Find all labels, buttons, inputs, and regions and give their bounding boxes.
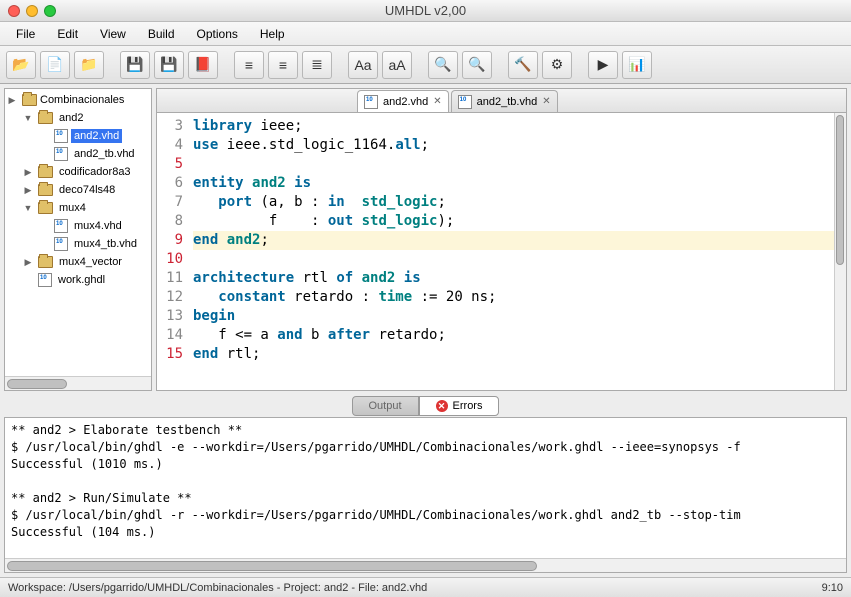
- menu-edit[interactable]: Edit: [47, 24, 88, 44]
- run-icon[interactable]: ⚙: [542, 51, 572, 79]
- menu-help[interactable]: Help: [250, 24, 295, 44]
- indent-left-icon[interactable]: ≡: [234, 51, 264, 79]
- file-icon: [38, 273, 52, 287]
- tree-file[interactable]: mux4.vhd: [5, 217, 151, 235]
- titlebar: UMHDL v2,00: [0, 0, 851, 22]
- twisty-icon[interactable]: ▶: [21, 257, 35, 268]
- tree-folder[interactable]: ▶deco74ls48: [5, 181, 151, 199]
- open-icon[interactable]: 📁: [74, 51, 104, 79]
- twisty-icon[interactable]: ▼: [21, 203, 35, 213]
- tree-folder[interactable]: ▼and2: [5, 109, 151, 127]
- tree-folder[interactable]: ▶mux4_vector: [5, 253, 151, 271]
- folder-icon: [38, 184, 53, 196]
- menubar: FileEditViewBuildOptionsHelp: [0, 22, 851, 46]
- open-folder-icon[interactable]: 📂: [6, 51, 36, 79]
- status-left: Workspace: /Users/pgarrido/UMHDL/Combina…: [8, 582, 427, 594]
- tree-folder[interactable]: ▶codificador8a3: [5, 163, 151, 181]
- console-hscroll[interactable]: [5, 558, 846, 572]
- file-icon: [364, 95, 378, 109]
- file-icon: [54, 147, 68, 161]
- close-icon[interactable]: ✕: [542, 96, 550, 107]
- window-title: UMHDL v2,00: [0, 3, 851, 18]
- file-icon: [54, 129, 68, 143]
- tree-file[interactable]: and2_tb.vhd: [5, 145, 151, 163]
- tree-root[interactable]: ▶Combinacionales: [5, 91, 151, 109]
- close-icon[interactable]: ✕: [433, 96, 441, 107]
- menu-build[interactable]: Build: [138, 24, 185, 44]
- simulate-icon[interactable]: ▶: [588, 51, 618, 79]
- statusbar: Workspace: /Users/pgarrido/UMHDL/Combina…: [0, 577, 851, 597]
- menu-file[interactable]: File: [6, 24, 45, 44]
- waveform-icon[interactable]: 📊: [622, 51, 652, 79]
- menu-view[interactable]: View: [90, 24, 136, 44]
- save-icon[interactable]: 💾: [120, 51, 150, 79]
- twisty-icon[interactable]: ▶: [21, 167, 35, 178]
- folder-icon: [38, 256, 53, 268]
- text-small-icon[interactable]: Aa: [348, 51, 378, 79]
- zoom-in-icon[interactable]: 🔍: [428, 51, 458, 79]
- editor-tab[interactable]: and2_tb.vhd✕: [451, 90, 558, 112]
- indent-right-icon[interactable]: ≡: [268, 51, 298, 79]
- code-editor[interactable]: library ieee;use ieee.std_logic_1164.all…: [187, 113, 834, 390]
- twisty-icon[interactable]: ▶: [21, 185, 35, 196]
- format-icon[interactable]: ≣: [302, 51, 332, 79]
- pdf-icon[interactable]: 📕: [188, 51, 218, 79]
- toolbar: 📂📄📁💾💾📕≡≡≣AaaA🔍🔍🔨⚙▶📊: [0, 46, 851, 84]
- status-cursor: 9:10: [822, 582, 843, 594]
- tree-file[interactable]: mux4_tb.vhd: [5, 235, 151, 253]
- folder-icon: [38, 202, 53, 214]
- tree-file[interactable]: work.ghdl: [5, 271, 151, 289]
- folder-icon: [38, 166, 53, 178]
- tree-hscroll[interactable]: [5, 376, 151, 390]
- console[interactable]: ** and2 > Elaborate testbench ** $ /usr/…: [4, 417, 847, 573]
- editor-tabs: and2.vhd✕and2_tb.vhd✕: [157, 89, 846, 113]
- file-icon: [54, 237, 68, 251]
- tab-errors[interactable]: ✕ Errors: [419, 396, 500, 416]
- project-tree-panel: ▶Combinacionales▼and2and2.vhdand2_tb.vhd…: [4, 88, 152, 391]
- tree-file[interactable]: and2.vhd: [5, 127, 151, 145]
- menu-options[interactable]: Options: [187, 24, 248, 44]
- text-large-icon[interactable]: aA: [382, 51, 412, 79]
- twisty-icon[interactable]: ▼: [21, 113, 35, 123]
- line-gutter: 3456789101112131415: [157, 113, 187, 390]
- twisty-icon[interactable]: ▶: [5, 95, 19, 106]
- tab-output[interactable]: Output: [352, 396, 419, 416]
- file-icon: [54, 219, 68, 233]
- editor-tab[interactable]: and2.vhd✕: [357, 90, 449, 112]
- build-icon[interactable]: 🔨: [508, 51, 538, 79]
- save-all-icon[interactable]: 💾: [154, 51, 184, 79]
- bottom-panel: Output ✕ Errors ** and2 > Elaborate test…: [4, 395, 847, 573]
- editor-panel: and2.vhd✕and2_tb.vhd✕ 345678910111213141…: [156, 88, 847, 391]
- editor-vscroll[interactable]: [834, 113, 846, 390]
- error-icon: ✕: [436, 400, 448, 412]
- file-icon: [458, 95, 472, 109]
- folder-icon: [22, 94, 37, 106]
- tree-folder[interactable]: ▼mux4: [5, 199, 151, 217]
- new-file-icon[interactable]: 📄: [40, 51, 70, 79]
- folder-icon: [38, 112, 53, 124]
- zoom-out-icon[interactable]: 🔍: [462, 51, 492, 79]
